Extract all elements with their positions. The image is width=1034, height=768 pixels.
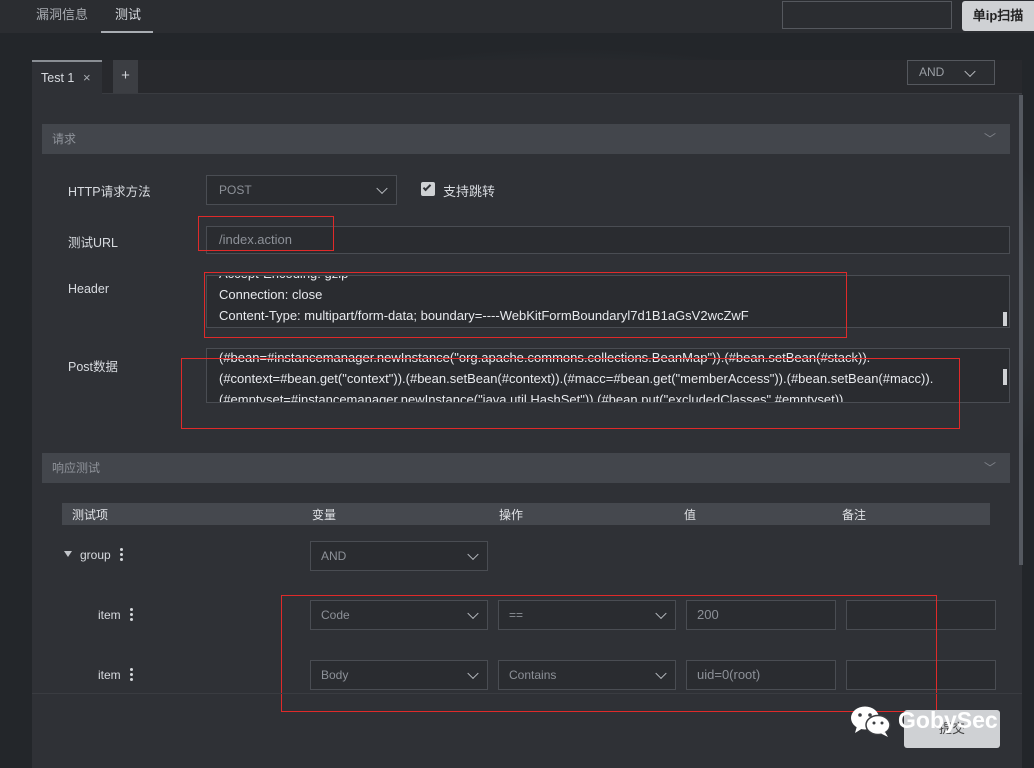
check-icon: [422, 182, 432, 192]
chevron-down-icon: ﹀: [983, 132, 996, 146]
add-tab-button[interactable]: +: [113, 60, 138, 93]
scan-ip-input[interactable]: [782, 1, 952, 29]
group-label: group: [80, 548, 111, 562]
group-logic-value: AND: [321, 549, 347, 563]
test-logic-select[interactable]: AND: [907, 60, 995, 85]
col-operation: 操作: [499, 508, 524, 522]
test-tab-strip: [32, 60, 1022, 94]
header-scrollbar[interactable]: [1003, 312, 1007, 326]
chevron-down-icon: [376, 182, 388, 195]
col-note: 备注: [842, 508, 867, 522]
group-logic-select[interactable]: AND: [310, 541, 488, 571]
wechat-icon: [851, 706, 891, 737]
header-label: Header: [68, 282, 109, 296]
test-url-label: 测试URL: [68, 236, 119, 250]
http-method-label: HTTP请求方法: [68, 185, 151, 199]
watermark-text: GobySec: [898, 707, 998, 733]
highlight-box-response: [281, 595, 937, 712]
response-section-header[interactable]: 响应测试 ﹀: [42, 453, 1010, 483]
request-section-title: 请求: [52, 132, 77, 146]
more-vertical-icon[interactable]: [120, 548, 124, 563]
item-label: item: [98, 668, 121, 682]
response-table-header: 测试项 变量 操作 值 备注: [62, 503, 990, 525]
post-data-label: Post数据: [68, 360, 119, 374]
http-method-value: POST: [219, 183, 252, 197]
http-method-select[interactable]: POST: [206, 175, 397, 205]
col-value: 值: [684, 508, 697, 522]
highlight-box-post: [181, 358, 960, 429]
response-section-title: 响应测试: [52, 461, 101, 475]
single-ip-scan-button[interactable]: 单ip扫描: [962, 1, 1034, 31]
post-data-scrollbar[interactable]: [1003, 369, 1007, 385]
dialog-scrollbar[interactable]: [1019, 95, 1023, 565]
tab-vuln-info[interactable]: 漏洞信息: [36, 0, 88, 33]
tab-test-1[interactable]: Test 1 ×: [32, 60, 102, 95]
tab-test-1-label: Test 1: [41, 71, 75, 85]
test-logic-value: AND: [919, 65, 945, 79]
close-icon[interactable]: ×: [83, 70, 91, 85]
caret-down-icon[interactable]: [64, 551, 72, 557]
col-test-item: 测试项: [72, 508, 109, 522]
request-section-header[interactable]: 请求 ﹀: [42, 124, 1010, 154]
more-vertical-icon[interactable]: [130, 668, 134, 683]
highlight-box-url: [198, 216, 334, 251]
tab-test[interactable]: 测试: [115, 0, 141, 33]
redirect-label: 支持跳转: [443, 184, 496, 199]
chevron-down-icon: ﹀: [983, 461, 996, 475]
more-vertical-icon[interactable]: [130, 608, 134, 623]
col-variable: 变量: [312, 508, 337, 522]
active-tab-indicator: [101, 31, 153, 33]
watermark: GobySec: [850, 700, 1030, 740]
chevron-down-icon: [964, 65, 976, 77]
redirect-checkbox[interactable]: [421, 182, 435, 196]
highlight-box-header: [204, 272, 847, 338]
footer-divider: [32, 693, 1022, 694]
item-label: item: [98, 608, 121, 622]
chevron-down-icon: [467, 548, 479, 561]
